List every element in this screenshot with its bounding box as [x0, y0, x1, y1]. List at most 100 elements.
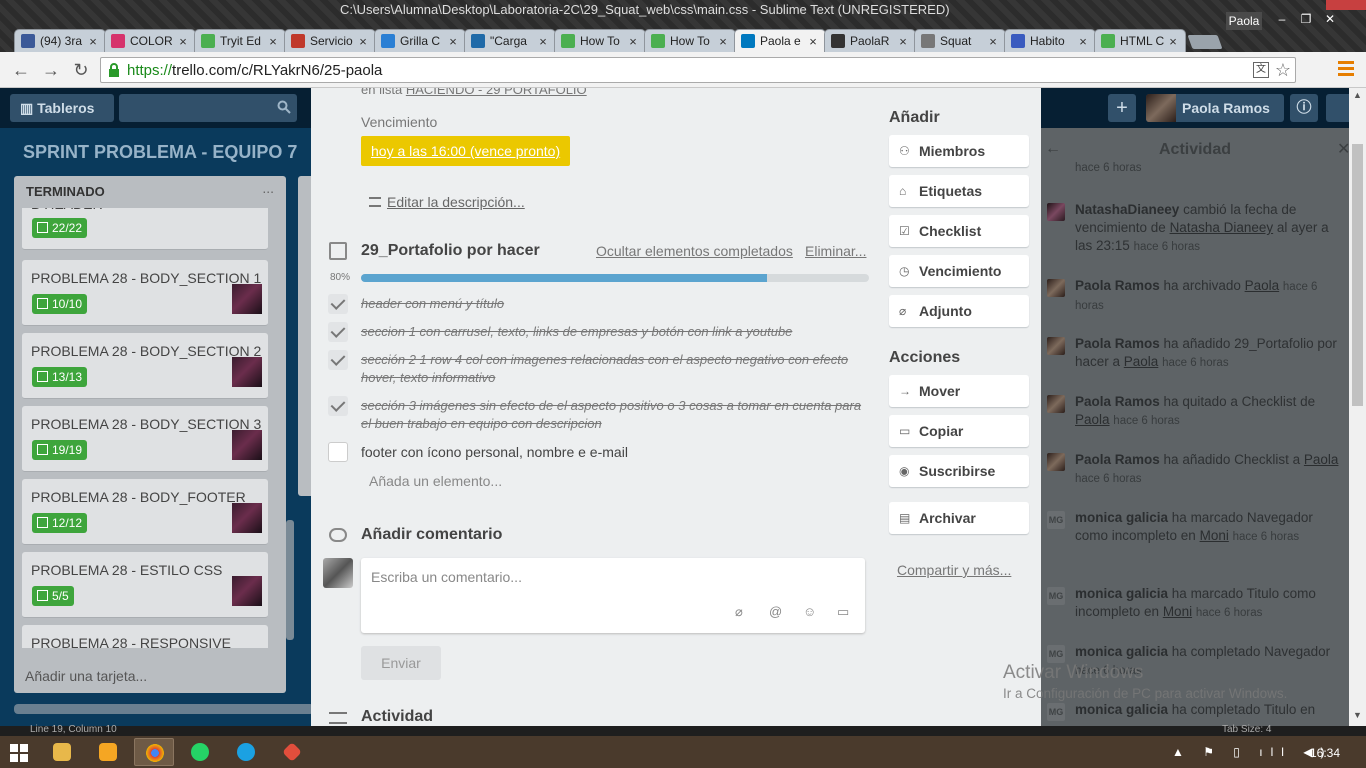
- close-icon[interactable]: ×: [87, 34, 99, 49]
- adjunto-button[interactable]: ⌀ Adjunto: [889, 295, 1029, 327]
- avatar[interactable]: [1047, 203, 1065, 221]
- avatar[interactable]: [1047, 337, 1065, 355]
- browser-tab[interactable]: How To ×: [644, 29, 736, 52]
- boards-button[interactable]: ▥ Tableros: [10, 94, 114, 122]
- list-menu-icon[interactable]: ...: [262, 180, 274, 196]
- close-icon[interactable]: ×: [1167, 34, 1179, 49]
- forward-arrow-icon[interactable]: →: [40, 60, 62, 80]
- list-card[interactable]: PROBLEMA 28 - BODY_FOOTER 12/12: [22, 479, 268, 545]
- minimize-icon[interactable]: ‒: [1270, 10, 1294, 28]
- address-bar[interactable]: https://trello.com/c/RLYakrN6/25-paola 文…: [100, 57, 1296, 83]
- file-explorer-icon[interactable]: [42, 738, 82, 766]
- close-icon[interactable]: ×: [267, 34, 279, 49]
- activity-author[interactable]: Paola Ramos: [1075, 278, 1160, 293]
- suscribirse-button[interactable]: ◉ Suscribirse: [889, 455, 1029, 487]
- close-icon[interactable]: ×: [447, 34, 459, 49]
- etiquetas-button[interactable]: ⌂ Etiquetas: [889, 175, 1029, 207]
- profile-badge[interactable]: Paola: [1226, 12, 1262, 30]
- checkbox[interactable]: [328, 322, 348, 342]
- close-icon[interactable]: ×: [627, 34, 639, 49]
- activity-link[interactable]: Paola: [1304, 452, 1339, 467]
- avatar[interactable]: MG: [1047, 703, 1065, 721]
- checkbox[interactable]: [328, 350, 348, 370]
- browser-tab[interactable]: Paola e ×: [734, 29, 826, 52]
- activity-author[interactable]: monica galicia: [1075, 510, 1168, 525]
- vencimiento-button[interactable]: ◷ Vencimiento: [889, 255, 1029, 287]
- reload-icon[interactable]: ↻: [70, 60, 92, 80]
- list-card[interactable]: PROBLEMA 28 - BODY_SECTION 1 10/10: [22, 260, 268, 326]
- edit-description-link[interactable]: Editar la descripción...: [369, 194, 525, 210]
- activity-author[interactable]: monica galicia: [1075, 586, 1168, 601]
- attachment-icon[interactable]: ⌀: [735, 604, 743, 620]
- windows-start-icon[interactable]: [10, 744, 28, 762]
- avatar[interactable]: MG: [1047, 645, 1065, 663]
- browser-tab[interactable]: How To ×: [554, 29, 646, 52]
- list-card[interactable]: PROBLEMA 28 - RESPONSIVE: [22, 625, 268, 648]
- card-link-icon[interactable]: ▭: [837, 604, 849, 620]
- board-scrollbar[interactable]: [14, 704, 314, 714]
- copiar-button[interactable]: ▭ Copiar: [889, 415, 1029, 447]
- close-icon[interactable]: ×: [987, 34, 999, 49]
- git-icon[interactable]: [272, 738, 312, 766]
- editor-close-button[interactable]: [1326, 0, 1366, 10]
- activity-author[interactable]: monica galicia: [1075, 702, 1168, 717]
- close-icon[interactable]: ×: [807, 34, 819, 49]
- scroll-down-icon[interactable]: ▼: [1353, 710, 1362, 720]
- browser-tab[interactable]: (94) 3ra ×: [14, 29, 106, 52]
- close-icon[interactable]: ✕: [1318, 10, 1342, 28]
- list-card[interactable]: PROBLEMA 28 - BODY_SECTION 3 19/19: [22, 406, 268, 472]
- delete-checklist-link[interactable]: Eliminar...: [805, 243, 866, 259]
- bookmark-star-icon[interactable]: ☆: [1275, 60, 1291, 81]
- page-scrollbar[interactable]: ▲ ▼: [1349, 88, 1366, 726]
- close-icon[interactable]: ×: [717, 34, 729, 49]
- browser-tab[interactable]: HTML C ×: [1094, 29, 1186, 52]
- share-more-link[interactable]: Compartir y más...: [897, 562, 1011, 578]
- browser-tab[interactable]: COLOR ×: [104, 29, 196, 52]
- avatar[interactable]: [1047, 279, 1065, 297]
- chrome-menu-icon[interactable]: [1338, 61, 1354, 77]
- close-icon[interactable]: ×: [897, 34, 909, 49]
- whatsapp-icon[interactable]: [180, 738, 220, 766]
- chrome-icon[interactable]: [134, 738, 174, 766]
- checkbox[interactable]: [328, 294, 348, 314]
- close-icon[interactable]: ×: [357, 34, 369, 49]
- miembros-button[interactable]: ⚇ Miembros: [889, 135, 1029, 167]
- taskbar-clock[interactable]: 16:34: [1310, 746, 1340, 760]
- checkbox[interactable]: [328, 442, 348, 462]
- add-checklist-item-link[interactable]: Añada un elemento...: [369, 473, 502, 489]
- add-card-link[interactable]: Añadir una tarjeta...: [25, 668, 147, 684]
- internet-explorer-icon[interactable]: [226, 738, 266, 766]
- send-comment-button[interactable]: Enviar: [361, 646, 441, 680]
- list-scrollbar[interactable]: [286, 520, 294, 640]
- activity-author[interactable]: Paola Ramos: [1075, 336, 1160, 351]
- close-icon[interactable]: ✕: [1337, 139, 1349, 159]
- checklist-button[interactable]: ☑ Checklist: [889, 215, 1029, 247]
- activity-author[interactable]: Paola Ramos: [1075, 394, 1160, 409]
- avatar[interactable]: [1047, 395, 1065, 413]
- close-icon[interactable]: ×: [537, 34, 549, 49]
- due-date-badge[interactable]: hoy a las 16:00 (vence pronto): [361, 136, 571, 166]
- list-link[interactable]: HACIENDO - 29 PORTAFOLIO: [406, 88, 587, 97]
- scrollbar-thumb[interactable]: [1352, 144, 1363, 406]
- status-tab-size[interactable]: Tab Size: 4: [1222, 724, 1271, 735]
- translate-icon[interactable]: 文: [1253, 62, 1269, 78]
- member-menu-button[interactable]: Paola Ramos: [1146, 94, 1284, 122]
- mention-icon[interactable]: @: [769, 604, 782, 619]
- avatar[interactable]: [1047, 453, 1065, 471]
- close-icon[interactable]: ×: [1077, 34, 1089, 49]
- activity-link[interactable]: Moni: [1163, 604, 1192, 619]
- activity-link[interactable]: Paola: [1245, 278, 1280, 293]
- activity-author[interactable]: Paola Ramos: [1075, 452, 1160, 467]
- system-tray[interactable]: ▲ ⚑ ▯ ıll ◀): [1172, 745, 1332, 759]
- scroll-up-icon[interactable]: ▲: [1353, 90, 1362, 100]
- board-search-input[interactable]: [119, 94, 297, 122]
- browser-tab[interactable]: Grilla C ×: [374, 29, 466, 52]
- activity-author[interactable]: monica galicia: [1075, 644, 1168, 659]
- mover-button[interactable]: → Mover: [889, 375, 1029, 407]
- close-icon[interactable]: ×: [177, 34, 189, 49]
- checkbox[interactable]: [328, 396, 348, 416]
- activity-author[interactable]: NatashaDianeey: [1075, 202, 1179, 217]
- activity-link[interactable]: Moni: [1200, 528, 1229, 543]
- add-plus-button[interactable]: +: [1108, 94, 1136, 122]
- new-tab-button[interactable]: [1187, 35, 1223, 49]
